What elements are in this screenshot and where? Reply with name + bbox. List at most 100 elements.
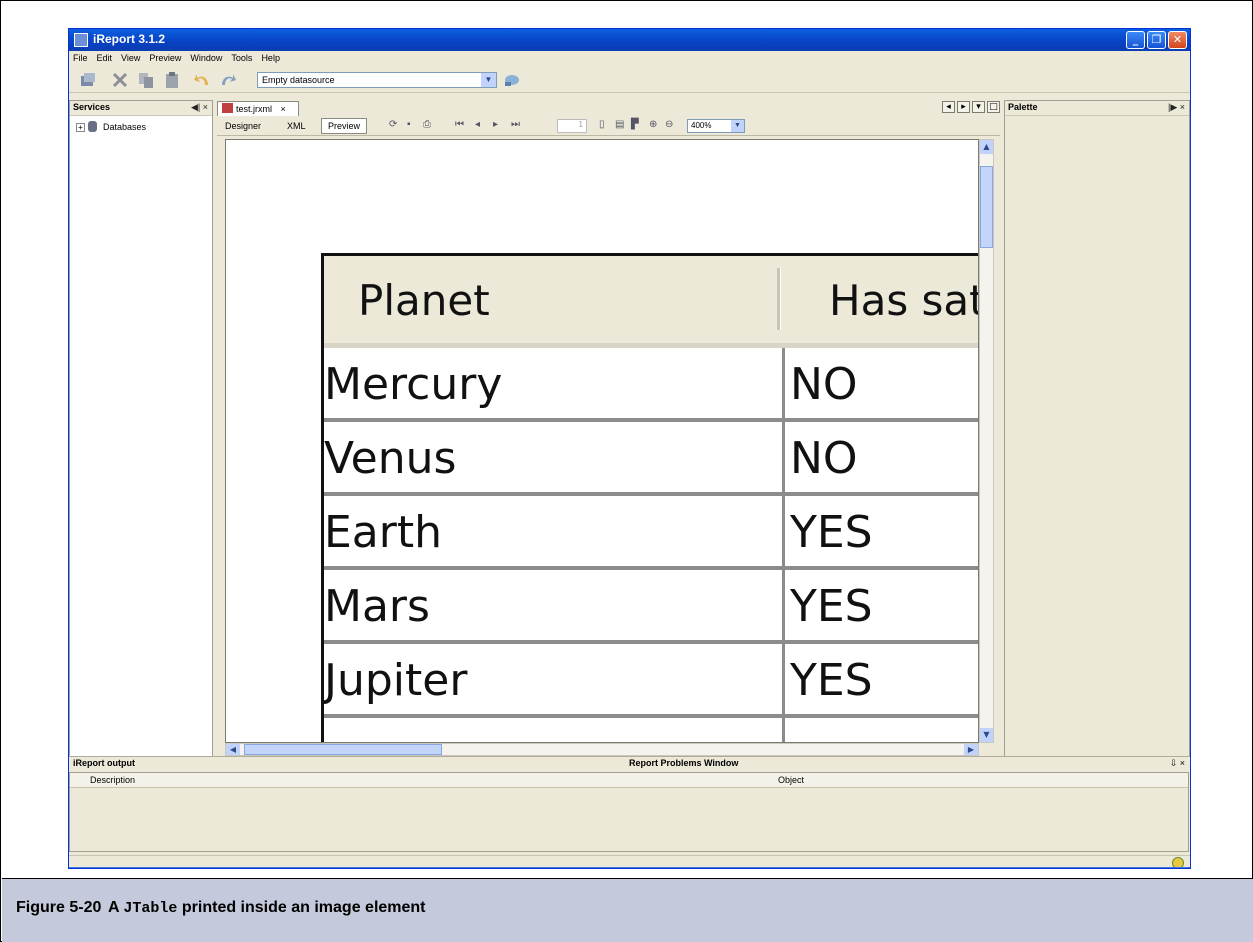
cell-planet: Mars (324, 581, 430, 632)
services-controls[interactable]: ◀| × (191, 102, 208, 113)
column-separator (782, 496, 785, 566)
tab-close-icon[interactable]: × (281, 104, 286, 114)
column-header-planet: Planet (358, 276, 490, 325)
zoom-out-icon[interactable]: ⊖ (665, 119, 673, 133)
cell-planet: Earth (324, 507, 442, 558)
palette-header: Palette |▶ × (1005, 101, 1189, 116)
column-separator (782, 570, 785, 640)
last-page-icon[interactable]: ⏭ (511, 119, 520, 133)
redo-icon[interactable] (219, 71, 237, 89)
app-icon (74, 33, 88, 47)
window-title: iReport 3.1.2 (93, 32, 166, 46)
reload-icon[interactable]: ⟳ (389, 119, 397, 133)
table-row: Jupiter YES (324, 644, 978, 718)
cell-planet: Mercury (324, 359, 503, 410)
database-icon (88, 121, 97, 132)
title-bar: iReport 3.1.2 _ ❐ ✕ (69, 29, 1190, 51)
column-header-object[interactable]: Object (778, 775, 804, 785)
vertical-scrollbar[interactable]: ▲ ▼ (979, 139, 994, 743)
scroll-right-icon[interactable]: ▶ (964, 744, 978, 755)
table-row: Mars YES (324, 570, 978, 644)
prev-page-icon[interactable]: ◂ (475, 119, 480, 133)
horizontal-scrollbar[interactable]: ◀ ▶ (225, 743, 979, 756)
menu-file[interactable]: File (69, 51, 93, 63)
menu-view[interactable]: View (117, 51, 145, 63)
table-row: Venus NO (324, 422, 978, 496)
scroll-down-icon[interactable]: ▼ (980, 728, 993, 742)
palette-controls[interactable]: |▶ × (1168, 102, 1185, 113)
tab-ireport-output[interactable]: iReport output (73, 758, 135, 768)
menu-tools[interactable]: Tools (227, 51, 257, 63)
first-page-icon[interactable]: ⏮ (455, 119, 464, 133)
print-icon[interactable]: ⎙ (423, 119, 431, 133)
scroll-left-icon[interactable]: ◀ (226, 744, 240, 755)
tab-maximize-icon[interactable]: □ (987, 101, 1000, 113)
minimize-button[interactable]: _ (1126, 31, 1145, 49)
page-number-input[interactable]: 1 (557, 119, 587, 133)
next-page-icon[interactable]: ▸ (493, 119, 498, 133)
palette-title: Palette (1008, 102, 1038, 112)
cell-planet: Jupiter (324, 655, 468, 706)
actual-size-icon[interactable]: ▯ (599, 119, 605, 133)
report-file-icon (222, 103, 233, 113)
new-icon[interactable] (79, 71, 97, 89)
undo-icon[interactable] (193, 71, 211, 89)
zoom-in-icon[interactable]: ⊕ (649, 119, 657, 133)
expand-icon[interactable]: + (76, 123, 85, 132)
ireport-window: iReport 3.1.2 _ ❐ ✕ File Edit View Preview W… (68, 28, 1191, 869)
horizontal-scroll-thumb[interactable] (244, 744, 442, 755)
figure-frame: iReport 3.1.2 _ ❐ ✕ File Edit View Preview W… (0, 0, 1253, 942)
cell-has-sat: YES (790, 655, 873, 706)
tab-right-icon[interactable]: ▸ (957, 101, 970, 113)
menu-help[interactable]: Help (257, 51, 285, 63)
cell-has-sat: YES (790, 507, 873, 558)
datasource-icon[interactable] (503, 71, 521, 89)
chevron-down-icon: ▼ (481, 73, 496, 87)
fit-width-icon[interactable]: ▛ (631, 119, 639, 133)
chevron-down-icon: ▼ (731, 120, 744, 132)
cell-has-sat: NO (790, 359, 858, 410)
zoom-value: 400% (691, 121, 712, 130)
jtable: Planet Has sat Mercury NO Venus NO Earth YE… (321, 253, 978, 742)
menu-window[interactable]: Window (186, 51, 227, 63)
fit-page-icon[interactable]: ▤ (615, 119, 624, 133)
services-title: Services (73, 102, 111, 112)
menu-edit[interactable]: Edit (93, 51, 118, 63)
tab-preview[interactable]: Preview (321, 118, 368, 134)
cell-has-sat: YES (790, 581, 873, 632)
tab-label: test.jrxml (236, 104, 272, 114)
column-header-description[interactable]: Description (90, 775, 135, 785)
cut-icon[interactable] (111, 71, 129, 89)
tab-test-jrxml[interactable]: test.jrxml × (217, 101, 299, 116)
tree-item-databases[interactable]: + Databases (76, 121, 146, 132)
cell-has-sat: NO (790, 433, 858, 484)
zoom-select[interactable]: 400% ▼ (687, 119, 745, 133)
tab-left-icon[interactable]: ◂ (942, 101, 955, 113)
paste-icon[interactable] (163, 71, 181, 89)
column-separator (782, 422, 785, 492)
table-header: Planet Has sat (324, 256, 978, 348)
tab-xml[interactable]: XML (283, 120, 310, 132)
close-button[interactable]: ✕ (1168, 31, 1187, 49)
menu-preview[interactable]: Preview (145, 51, 186, 63)
output-controls[interactable]: ⇩ × (1170, 758, 1185, 769)
maximize-button[interactable]: ❐ (1147, 31, 1166, 49)
menu-bar: File Edit View Preview Window Tools Help (69, 51, 1190, 67)
scroll-up-icon[interactable]: ▲ (980, 140, 993, 154)
report-preview-canvas: Planet Has sat Mercury NO Venus NO Earth YE… (225, 139, 979, 743)
datasource-select[interactable]: Empty datasource ▼ (257, 72, 497, 88)
tab-navigation: ◂ ▸ ▾ □ (940, 101, 1000, 113)
copy-icon[interactable] (137, 71, 155, 89)
caption-text: A JTable printed inside an image element (108, 899, 426, 917)
tab-report-problems[interactable]: Report Problems Window (629, 758, 738, 768)
cell-planet: Venus (324, 433, 457, 484)
editor-area: test.jrxml × ◂ ▸ ▾ □ Designer XML Preview ⟳… (217, 100, 1000, 768)
problems-window: Description Object (69, 772, 1189, 852)
tab-designer[interactable]: Designer (221, 120, 265, 132)
vertical-scroll-thumb[interactable] (980, 166, 993, 248)
caption-suffix: printed inside an image element (181, 899, 426, 916)
services-panel: Services ◀| × + Databases (69, 100, 213, 760)
tab-list-icon[interactable]: ▾ (972, 101, 985, 113)
save-icon[interactable]: ▪ (407, 119, 411, 133)
document-tabs: test.jrxml × ◂ ▸ ▾ □ (217, 100, 1000, 116)
